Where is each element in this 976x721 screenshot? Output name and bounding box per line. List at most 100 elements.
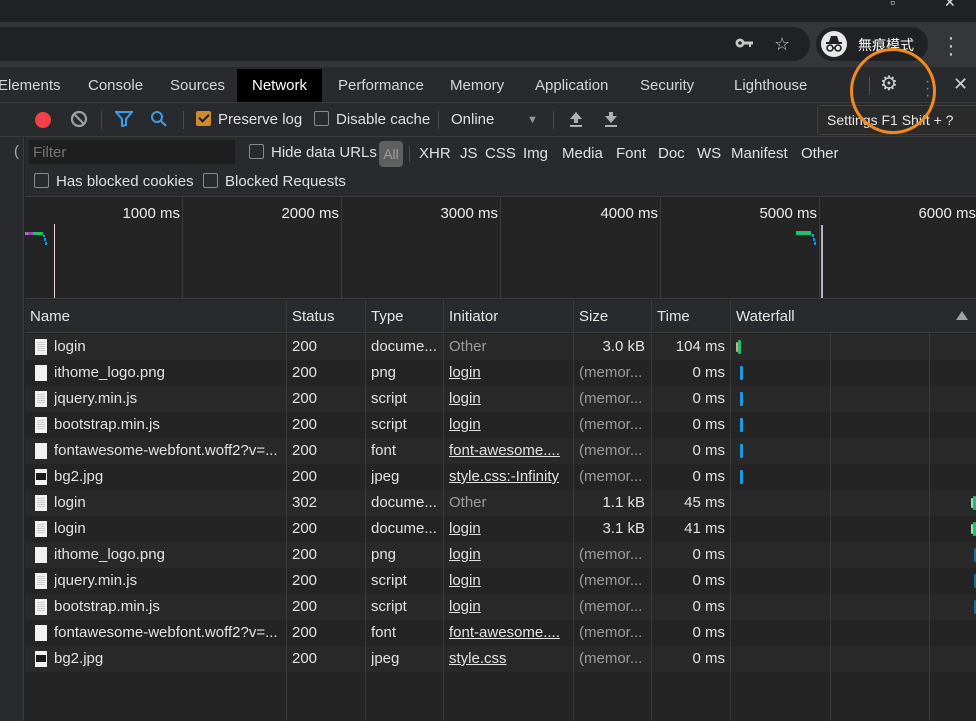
request-initiator[interactable]: login <box>449 360 569 386</box>
request-initiator[interactable]: style.css:-Infinity <box>449 464 569 490</box>
import-har-icon[interactable] <box>569 103 583 137</box>
throttling-select[interactable]: Online ▼ <box>451 103 541 137</box>
hide-data-urls-label: Hide data URLs <box>271 144 377 161</box>
type-filter-css[interactable]: CSS <box>485 139 516 169</box>
request-type: png <box>371 546 397 563</box>
address-bar[interactable]: ☆ <box>0 27 810 61</box>
has-blocked-cookies-check[interactable] <box>34 173 49 188</box>
tab-application[interactable]: Application <box>535 69 608 102</box>
column-divider[interactable] <box>730 300 731 721</box>
column-header-type[interactable]: Type <box>366 300 404 333</box>
request-name: jquery.min.js <box>54 390 138 407</box>
request-initiator[interactable]: login <box>449 386 569 412</box>
request-initiator[interactable]: style.css <box>449 646 569 672</box>
table-row[interactable]: bootstrap.min.js 200 script login (memor... 0… <box>25 594 976 620</box>
close-devtools-icon[interactable]: ✕ <box>953 75 968 93</box>
request-initiator[interactable]: font-awesome.... <box>449 438 569 464</box>
document-file-icon <box>35 391 47 407</box>
export-har-icon[interactable] <box>604 103 618 137</box>
table-row[interactable]: fontawesome-webfont.woff2?v=... 200 font fo… <box>25 620 976 646</box>
column-header-waterfall[interactable]: Waterfall <box>731 300 795 333</box>
type-filter-manifest[interactable]: Manifest <box>731 139 788 169</box>
type-filter-doc[interactable]: Doc <box>658 139 685 169</box>
request-initiator[interactable]: login <box>449 412 569 438</box>
column-header-status[interactable]: Status <box>287 300 335 333</box>
tab-sources[interactable]: Sources <box>170 69 225 102</box>
column-divider[interactable] <box>651 300 652 721</box>
table-row[interactable]: login 200 docume... login 3.1 kB 41 ms <box>25 516 976 542</box>
type-filter-other[interactable]: Other <box>801 139 839 169</box>
disable-cache-check[interactable] <box>314 111 329 126</box>
restore-window-icon[interactable]: ▫ <box>890 0 895 10</box>
sort-ascending-icon[interactable] <box>956 311 968 320</box>
overview-gridline <box>341 197 342 298</box>
request-initiator[interactable]: font-awesome.... <box>449 620 569 646</box>
filter-funnel-icon[interactable] <box>113 103 135 137</box>
request-time: 0 ms <box>692 364 725 381</box>
tab-elements[interactable]: Elements <box>0 69 61 102</box>
column-header-time[interactable]: Time <box>652 300 690 333</box>
column-divider[interactable] <box>443 300 444 721</box>
type-filter-all[interactable]: All <box>379 141 403 167</box>
column-divider[interactable] <box>286 300 287 721</box>
column-header-size[interactable]: Size <box>574 300 608 333</box>
table-row[interactable]: bg2.jpg 200 jpeg style.css (memor... 0 ms <box>25 646 976 672</box>
tab-lighthouse[interactable]: Lighthouse <box>734 69 807 102</box>
table-row[interactable]: jquery.min.js 200 script login (memor... 0 ms <box>25 568 976 594</box>
type-filter-font[interactable]: Font <box>616 139 646 169</box>
record-button[interactable] <box>35 112 51 128</box>
network-overview[interactable]: 1000 ms 2000 ms 3000 ms 4000 ms 5000 ms … <box>25 197 976 299</box>
bookmark-star-icon[interactable]: ☆ <box>774 35 790 53</box>
chrome-menu-icon[interactable]: · · · <box>946 28 956 64</box>
tab-console[interactable]: Console <box>88 69 143 102</box>
request-initiator[interactable]: login <box>449 542 569 568</box>
tab-performance[interactable]: Performance <box>338 69 424 102</box>
type-filter-xhr[interactable]: XHR <box>419 139 451 169</box>
filter-input[interactable] <box>29 140 235 164</box>
collapse-sidebar-icon[interactable]: ( <box>14 143 19 160</box>
column-divider[interactable] <box>573 300 574 721</box>
request-name: fontawesome-webfont.woff2?v=... <box>54 442 278 459</box>
blocked-requests-check[interactable] <box>203 173 218 188</box>
drawer-side-strip: ✕ ( <box>0 103 24 721</box>
column-divider[interactable] <box>365 300 366 721</box>
has-blocked-cookies-checkbox[interactable]: Has blocked cookies <box>34 167 194 197</box>
blocked-requests-checkbox[interactable]: Blocked Requests <box>203 167 346 197</box>
request-initiator[interactable]: login <box>449 594 569 620</box>
table-row[interactable]: ithome_logo.png 200 png login (memor... 0 ms <box>25 542 976 568</box>
column-header-initiator[interactable]: Initiator <box>444 300 498 333</box>
table-row[interactable]: login 302 docume... Other 1.1 kB 45 ms <box>25 490 976 516</box>
blank-file-icon <box>35 365 47 381</box>
settings-gear-icon[interactable]: ⚙ <box>880 74 898 94</box>
devtools-more-icon[interactable]: · · · <box>925 74 930 104</box>
column-header-name[interactable]: Name <box>25 300 70 333</box>
tab-memory[interactable]: Memory <box>450 69 504 102</box>
tab-network[interactable]: Network <box>237 69 323 102</box>
tab-security[interactable]: Security <box>640 69 694 102</box>
type-filter-media[interactable]: Media <box>562 139 603 169</box>
request-initiator[interactable]: login <box>449 568 569 594</box>
request-size: (memor... <box>579 546 643 563</box>
overview-tick-label: 2000 ms <box>281 205 339 222</box>
close-window-icon[interactable]: ✕ <box>944 0 956 11</box>
type-filter-img[interactable]: Img <box>523 139 548 169</box>
disable-cache-checkbox[interactable]: Disable cache <box>314 103 430 137</box>
table-row[interactable]: bootstrap.min.js 200 script login (memor... 0… <box>25 412 976 438</box>
table-row[interactable]: jquery.min.js 200 script login (memor... 0 ms <box>25 386 976 412</box>
overview-request-bar <box>796 231 811 235</box>
preserve-log-check[interactable] <box>196 111 211 126</box>
clear-icon[interactable] <box>70 103 88 137</box>
search-icon[interactable] <box>150 103 168 137</box>
type-filter-js[interactable]: JS <box>460 139 478 169</box>
request-initiator[interactable]: login <box>449 516 569 542</box>
hide-data-urls-checkbox[interactable]: Hide data URLs <box>249 138 377 168</box>
preserve-log-checkbox[interactable]: Preserve log <box>196 103 302 137</box>
type-filter-ws[interactable]: WS <box>697 139 721 169</box>
hide-data-urls-check[interactable] <box>249 144 264 159</box>
table-row[interactable]: fontawesome-webfont.woff2?v=... 200 font fo… <box>25 438 976 464</box>
key-icon[interactable] <box>735 35 755 53</box>
table-row[interactable]: login 200 docume... Other 3.0 kB 104 ms <box>25 334 976 360</box>
table-row[interactable]: bg2.jpg 200 jpeg style.css:-Infinity (memor.… <box>25 464 976 490</box>
incognito-badge[interactable]: 無痕模式 <box>816 27 928 61</box>
table-row[interactable]: ithome_logo.png 200 png login (memor... 0 ms <box>25 360 976 386</box>
